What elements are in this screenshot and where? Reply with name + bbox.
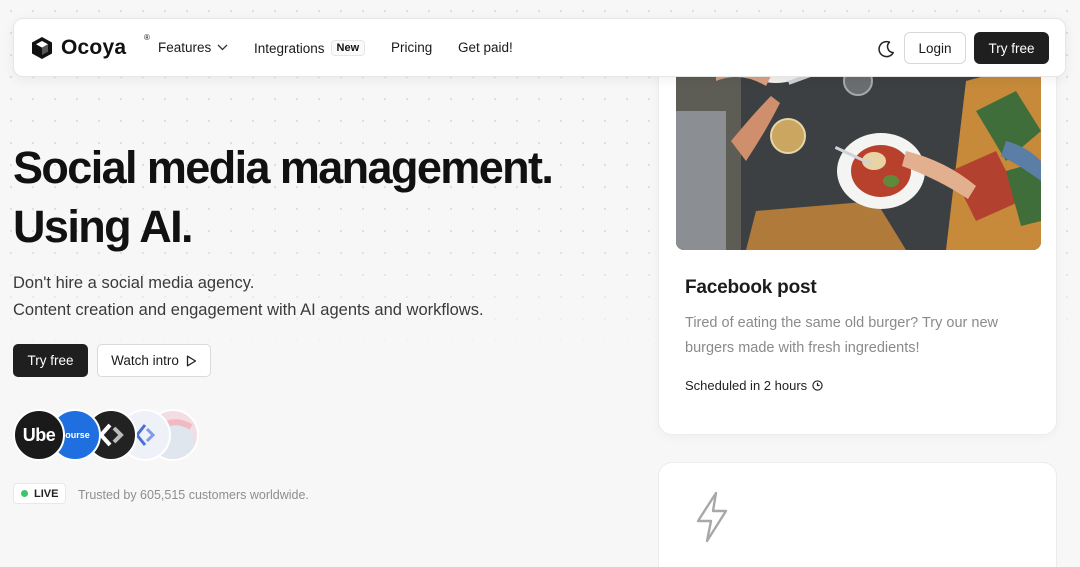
customer-logos: Ube course (13, 409, 213, 463)
hero-subtitle: Don't hire a social media agency. Conten… (13, 270, 484, 324)
nav-get-paid[interactable]: Get paid! (458, 40, 513, 55)
post-card-body: Tired of eating the same old burger? Try… (685, 315, 998, 356)
automation-card (658, 462, 1057, 567)
live-dot-icon (21, 490, 28, 497)
play-icon (186, 355, 197, 366)
hero-title: Social media management. Using AI. (13, 138, 554, 256)
nav-integrations[interactable]: Integrations New (254, 40, 366, 56)
brand-logo[interactable]: Ocoya ® (31, 33, 150, 60)
watch-intro-button[interactable]: Watch intro (97, 344, 211, 377)
clock-icon (812, 380, 823, 391)
nav-features-label: Features (158, 40, 212, 55)
trusted-text: Trusted by 605,515 customers worldwide. (78, 488, 309, 502)
post-card-title: Facebook post (685, 277, 817, 298)
nav-features[interactable]: Features (158, 40, 228, 55)
hero-subtitle-line1: Don't hire a social media agency. (13, 274, 255, 292)
brand-name: Ocoya (61, 36, 127, 59)
navbar: Ocoya ® Features Integrations New Pricin… (13, 18, 1066, 77)
new-badge: New (330, 40, 366, 56)
hero-title-line1: Social media management. (13, 142, 554, 193)
hero-try-free-button[interactable]: Try free (13, 344, 88, 377)
uber-logo-text: Ube (22, 424, 56, 445)
cube-logo-icon (32, 37, 52, 59)
nav-get-paid-label: Get paid! (458, 40, 513, 55)
live-label: LIVE (34, 487, 59, 500)
nav-integrations-label: Integrations (254, 40, 325, 56)
moon-icon[interactable] (876, 39, 896, 59)
hero-subtitle-line2: Content creation and engagement with AI … (13, 301, 484, 319)
nav-pricing-label: Pricing (391, 40, 433, 55)
chevron-down-icon (217, 44, 228, 51)
nav-pricing[interactable]: Pricing (391, 40, 432, 55)
nav-try-free-button[interactable]: Try free (974, 32, 1049, 64)
post-card-schedule: Scheduled in 2 hours (685, 378, 823, 393)
hero-title-line2: Using AI. (13, 201, 194, 252)
live-badge: LIVE (13, 483, 67, 504)
facebook-post-card: Facebook post Tired of eating the same o… (658, 20, 1057, 435)
schedule-label: Scheduled in 2 hours (685, 378, 808, 393)
lightning-icon (696, 491, 728, 543)
registered-mark: ® (144, 33, 150, 42)
uber-logo: Ube (13, 409, 65, 461)
watch-intro-label: Watch intro (111, 353, 179, 368)
login-button[interactable]: Login (904, 32, 966, 64)
